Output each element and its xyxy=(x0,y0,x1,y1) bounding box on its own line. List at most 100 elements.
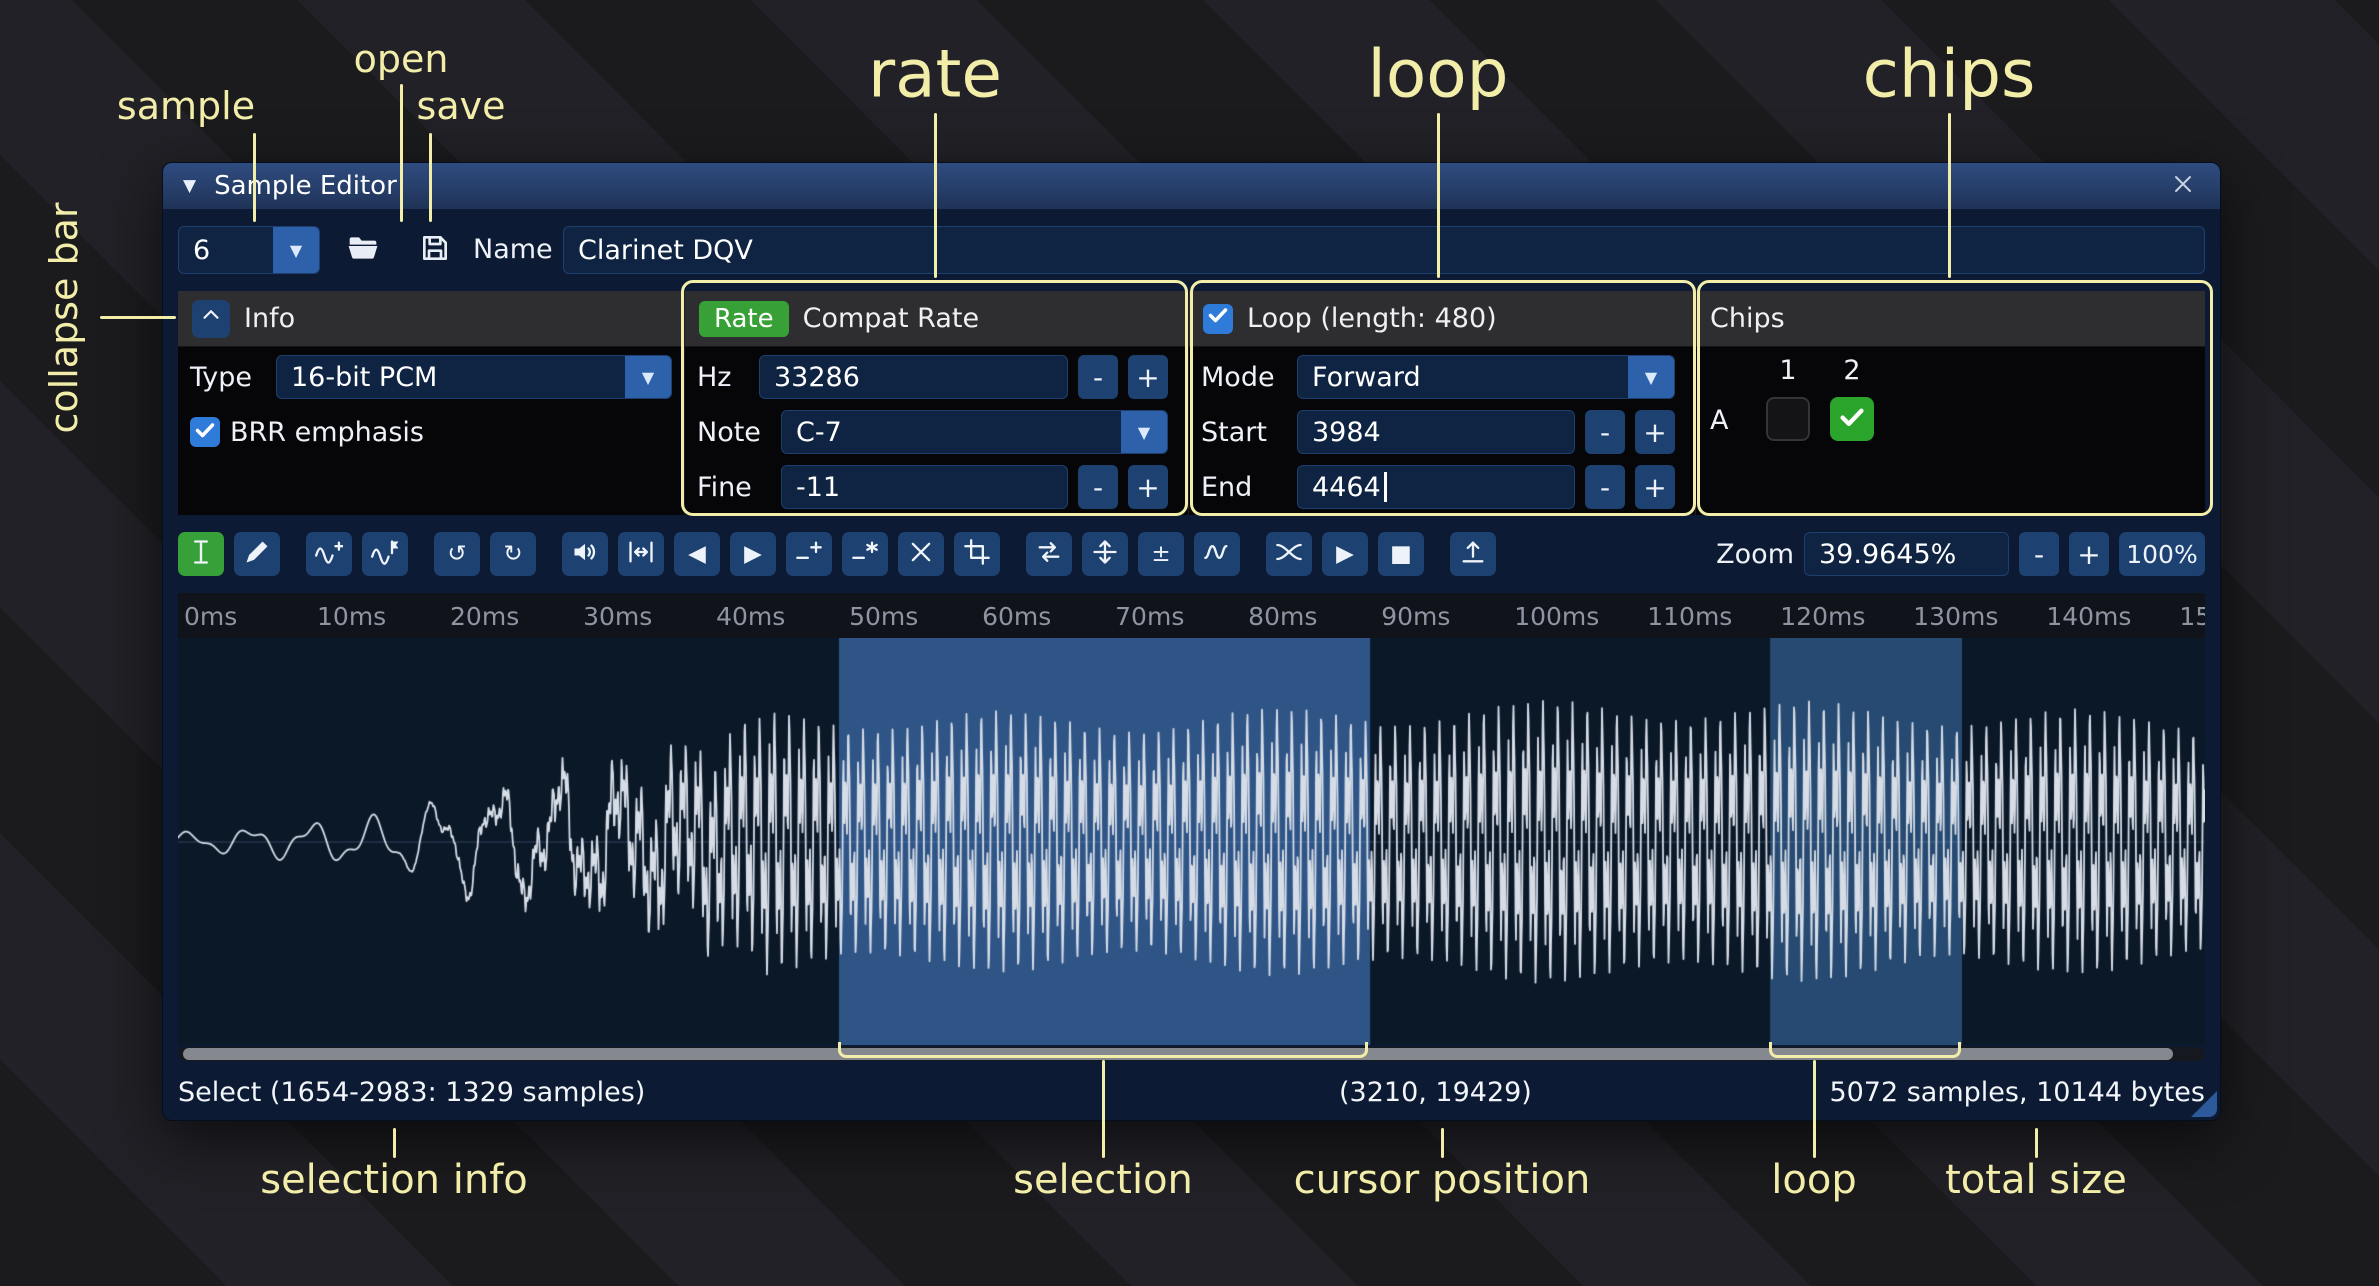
save-button[interactable] xyxy=(409,226,461,274)
toolbar-group xyxy=(178,532,280,576)
annotation-label-cursor-position: cursor position xyxy=(1294,1157,1591,1203)
invert-button[interactable] xyxy=(1082,532,1128,576)
waveform-view xyxy=(178,638,2205,1045)
sign-invert-button[interactable]: ± xyxy=(1138,532,1184,576)
upload-icon xyxy=(1459,538,1487,570)
fine-input[interactable]: -11 xyxy=(781,465,1068,509)
window-collapse-icon[interactable]: ▼ xyxy=(183,176,196,196)
hz-plus-button[interactable]: + xyxy=(1128,355,1168,399)
waveform-canvas[interactable] xyxy=(178,638,2205,1045)
resize-button[interactable] xyxy=(618,532,664,576)
loop-end-plus-button[interactable]: + xyxy=(1635,465,1675,509)
panel-row: Info Type 16-bit PCM ▼ BRR emphasis xyxy=(178,291,2205,515)
ruler-label: 100ms xyxy=(1514,602,1599,631)
close-icon[interactable] xyxy=(2166,169,2200,203)
note-dropdown[interactable]: C-7 ▼ xyxy=(781,410,1168,454)
preview-button[interactable]: ▶ xyxy=(1322,532,1368,576)
fade-out-button[interactable]: ▶ xyxy=(730,532,776,576)
resize-icon xyxy=(627,538,655,570)
wave-plus-icon xyxy=(315,538,343,570)
chip-enable-checkbox-1[interactable] xyxy=(1766,397,1810,441)
zoom-out-button[interactable]: - xyxy=(2019,532,2059,576)
insert-silence-icon xyxy=(795,538,823,570)
horizontal-scrollbar[interactable] xyxy=(178,1047,2205,1061)
draw-mode-button[interactable] xyxy=(234,532,280,576)
chevron-down-icon: ▼ xyxy=(1121,411,1167,453)
annotation-line-cursor-position xyxy=(1441,1128,1444,1158)
loop-end-input[interactable]: 4464 xyxy=(1297,465,1575,509)
ruler-label: 30ms xyxy=(583,602,652,631)
collapse-bar-button[interactable] xyxy=(192,300,230,338)
brr-emphasis-checkbox[interactable] xyxy=(190,417,220,447)
loop-end-minus-button[interactable]: - xyxy=(1585,465,1625,509)
loop-checkbox[interactable] xyxy=(1203,304,1233,334)
note-value: C-7 xyxy=(782,411,1121,453)
fade-out-icon: ▶ xyxy=(744,543,762,566)
import-button[interactable] xyxy=(1450,532,1496,576)
speaker-icon xyxy=(571,538,599,570)
sample-editor-window: ▼ Sample Editor 6 ▼ Name Clarinet DQV In… xyxy=(162,162,2221,1121)
ruler-label: 50ms xyxy=(849,602,918,631)
undo-button[interactable]: ↺ xyxy=(434,532,480,576)
crossfade-icon xyxy=(1275,538,1303,570)
ruler-label: 70ms xyxy=(1115,602,1184,631)
name-input[interactable]: Clarinet DQV xyxy=(563,226,2205,274)
insert-silence-button[interactable] xyxy=(786,532,832,576)
zoom-reset-button[interactable]: 100% xyxy=(2119,532,2205,576)
ruler-label: 90ms xyxy=(1381,602,1450,631)
ruler-label: 60ms xyxy=(982,602,1051,631)
zoom-input[interactable]: 39.9645% xyxy=(1804,532,2009,576)
loop-mode-dropdown[interactable]: Forward ▼ xyxy=(1297,355,1675,399)
annotation-label-sample: sample xyxy=(117,84,255,128)
resample-button[interactable] xyxy=(306,532,352,576)
open-button[interactable] xyxy=(337,226,389,274)
create-wavetable-button[interactable] xyxy=(362,532,408,576)
fine-plus-button[interactable]: + xyxy=(1128,465,1168,509)
time-ruler[interactable]: 0ms10ms20ms30ms40ms50ms60ms70ms80ms90ms1… xyxy=(178,593,2205,638)
crossfade-button[interactable] xyxy=(1266,532,1312,576)
rate-badge[interactable]: Rate xyxy=(699,301,789,337)
ruler-label: 110ms xyxy=(1647,602,1732,631)
info-panel: Info Type 16-bit PCM ▼ BRR emphasis xyxy=(178,291,685,515)
loop-start-minus-button[interactable]: - xyxy=(1585,410,1625,454)
select-mode-button[interactable] xyxy=(178,532,224,576)
cursor-position-text: (3210, 19429) xyxy=(1339,1077,1532,1108)
fine-minus-button[interactable]: - xyxy=(1078,465,1118,509)
redo-button[interactable]: ↻ xyxy=(490,532,536,576)
type-dropdown[interactable]: 16-bit PCM ▼ xyxy=(276,355,672,399)
filter-button[interactable] xyxy=(1194,532,1240,576)
titlebar[interactable]: ▼ Sample Editor xyxy=(163,163,2220,209)
chip-row-label: A xyxy=(1710,405,1728,436)
reverse-icon xyxy=(1035,538,1063,570)
stop-preview-button[interactable]: ■ xyxy=(1378,532,1424,576)
sign-icon: ± xyxy=(1151,543,1170,566)
annotation-label-loop: loop xyxy=(1368,36,1509,113)
hz-minus-button[interactable]: - xyxy=(1078,355,1118,399)
chips-panel-title: Chips xyxy=(1710,303,1785,334)
fade-in-icon: ◀ xyxy=(688,543,706,566)
name-label: Name xyxy=(473,234,553,265)
filter-icon xyxy=(1203,538,1231,570)
toolbar-group: ◀▶ xyxy=(562,532,1000,576)
ruler-label: 0ms xyxy=(184,602,237,631)
annotation-label-rate: rate xyxy=(868,36,1002,113)
scrollbar-thumb[interactable] xyxy=(183,1048,2173,1060)
fade-in-button[interactable]: ◀ xyxy=(674,532,720,576)
loop-panel: Loop (length: 480) Mode Forward ▼ Start … xyxy=(1189,291,1696,515)
ruler-label: 130ms xyxy=(1913,602,1998,631)
hz-input[interactable]: 33286 xyxy=(759,355,1068,399)
ibeam-icon xyxy=(187,538,215,570)
delete-button[interactable] xyxy=(898,532,944,576)
trim-button[interactable] xyxy=(954,532,1000,576)
loop-start-input[interactable]: 3984 xyxy=(1297,410,1575,454)
apply-silence-button[interactable] xyxy=(842,532,888,576)
chip-enable-checkbox-2[interactable] xyxy=(1830,397,1874,441)
fine-label: Fine xyxy=(697,472,771,503)
zoom-in-button[interactable]: + xyxy=(2069,532,2109,576)
reverse-button[interactable] xyxy=(1026,532,1072,576)
loop-start-plus-button[interactable]: + xyxy=(1635,410,1675,454)
selection-info-text: Select (1654-2983: 1329 samples) xyxy=(178,1077,645,1108)
sample-number-dropdown[interactable]: 6 ▼ xyxy=(178,226,320,274)
amplify-button[interactable] xyxy=(562,532,608,576)
undo-icon: ↺ xyxy=(447,543,466,566)
